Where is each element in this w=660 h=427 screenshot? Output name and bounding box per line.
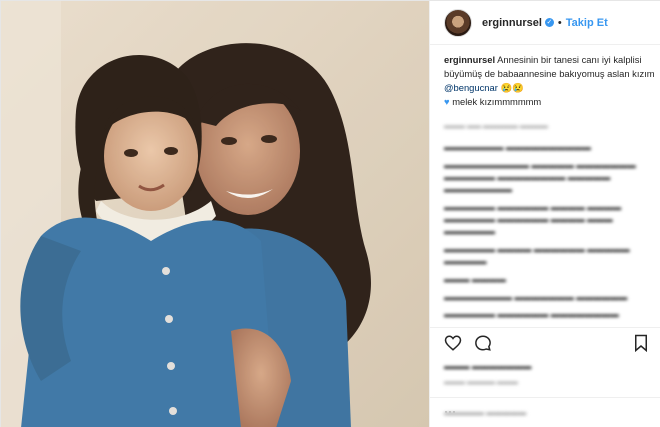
caption-mention[interactable]: @bengucnar (444, 82, 498, 93)
post-sidebar: erginnursel ✓ • Takip Et erginnursel Ann… (429, 1, 660, 427)
photo-illustration (1, 1, 429, 427)
post-photo[interactable] (1, 1, 429, 427)
comment-row: ▬▬▬ ▬▬▬▬ (444, 274, 506, 284)
post-header: erginnursel ✓ • Takip Et (430, 1, 660, 45)
comment-icon[interactable] (474, 334, 492, 352)
separator-dot: • (557, 16, 562, 29)
verified-badge-icon: ✓ (544, 18, 554, 27)
user-avatar[interactable] (444, 8, 472, 37)
caption-line-2: melek kızımmmmmm (452, 96, 542, 107)
comment-row: ▬▬▬▬▬▬ ▬▬▬▬ ▬▬▬▬▬▬ ▬▬▬▬▬ ▬▬▬▬▬ (444, 244, 630, 266)
comment-row: ▬▬▬▬▬▬▬▬ ▬▬▬▬▬▬▬ ▬▬▬▬▬▬ (444, 292, 628, 302)
likes-count[interactable]: ▬▬▬ ▬▬▬▬▬▬▬ (444, 361, 531, 371)
post-actions-bar (430, 327, 660, 357)
bookmark-icon[interactable] (632, 334, 650, 352)
username-link[interactable]: erginnursel (482, 17, 542, 29)
add-comment-bar: ▬▬▬▬▬ ▬▬▬▬▬ ··· (430, 397, 660, 427)
comment-row: ▬▬▬▬▬▬ ▬▬▬▬▬▬ ▬▬▬▬▬▬▬▬ (444, 309, 619, 319)
comment-row: ▬▬▬▬▬▬▬▬▬▬ ▬▬▬▬▬ ▬▬▬▬▬▬▬ ▬▬▬▬▬▬ ▬▬▬▬▬▬▬▬ … (444, 160, 636, 194)
caption-emoji: 😢😢 (500, 82, 524, 93)
post-caption: erginnursel Annesinin bir tanesi canı iy… (444, 53, 656, 109)
more-options-icon[interactable]: ··· (444, 404, 650, 418)
post-date: ▬▬▬ ▬▬▬▬ ▬▬▬ (444, 379, 518, 386)
caption-username[interactable]: erginnursel (444, 54, 495, 65)
blue-heart-icon: ♥ (444, 96, 450, 107)
heart-icon[interactable] (444, 334, 462, 352)
instagram-post: erginnursel ✓ • Takip Et erginnursel Ann… (0, 0, 660, 427)
comment-row: ▬▬▬▬▬▬ ▬▬▬▬▬▬ ▬▬▬▬ ▬▬▬▬ ▬▬▬▬▬▬ ▬▬▬▬▬▬ ▬▬▬… (444, 202, 622, 236)
follow-button[interactable]: Takip Et (566, 17, 608, 29)
caption-timestamp: ▬▬▬ ▬▬ ▬▬▬▬▬ ▬▬▬▬ (444, 123, 548, 130)
comment-row: ▬▬▬▬▬▬▬ ▬▬▬▬▬▬▬▬▬▬ (444, 142, 591, 152)
